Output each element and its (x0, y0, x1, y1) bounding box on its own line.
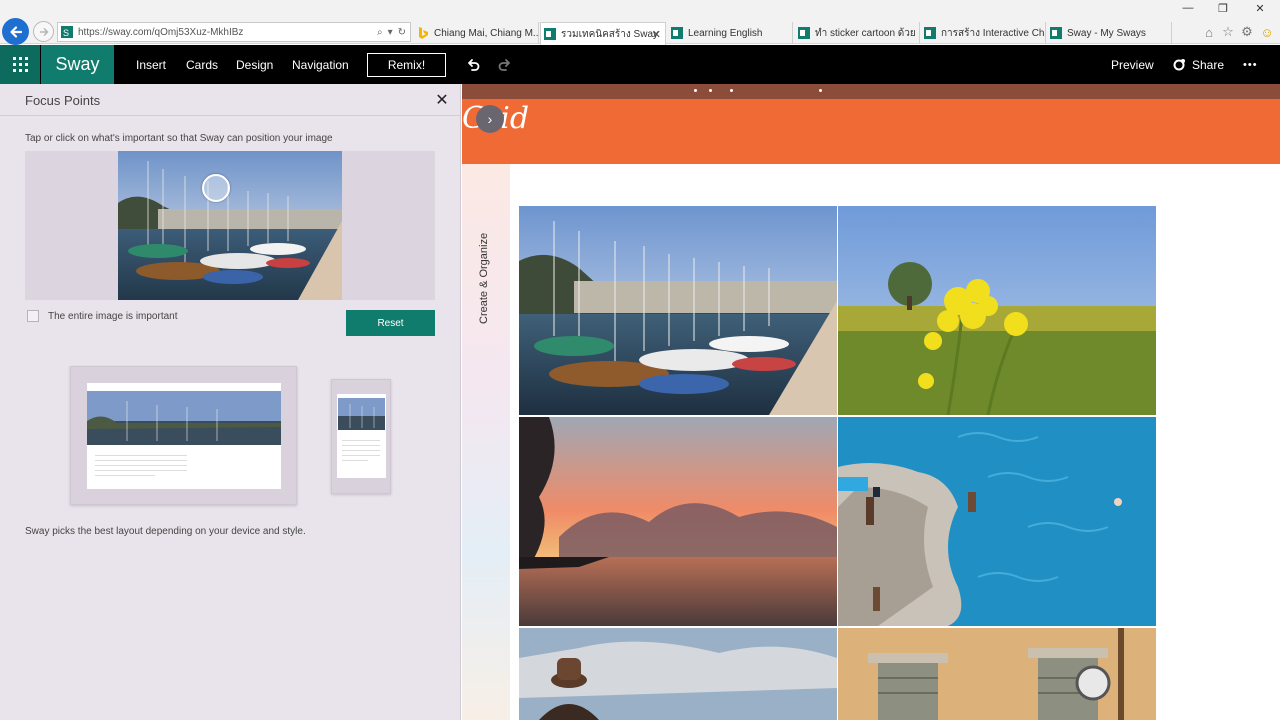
home-icon[interactable]: ⌂ (1201, 24, 1217, 40)
url-text[interactable]: https://sway.com/qOmj53Xuz-MkhIBz (78, 27, 377, 38)
create-organize-strip: Create & Organize (462, 164, 510, 720)
tab-sway-techniques[interactable]: รวมเทคนิคสร้าง Sway ✕ (540, 22, 666, 45)
minimize-button[interactable]: — (1177, 0, 1199, 16)
grid-image-building[interactable] (838, 628, 1156, 720)
menu-cards[interactable]: Cards (186, 45, 218, 84)
sway-icon (924, 27, 936, 39)
tab-label: รวมเทคนิคสร้าง Sway (561, 28, 659, 40)
app-launcher-icon[interactable] (0, 45, 40, 84)
restore-button[interactable]: ❐ (1212, 0, 1234, 16)
share-icon[interactable] (1170, 45, 1188, 84)
redo-icon[interactable] (494, 45, 516, 84)
remix-button[interactable]: Remix! (367, 53, 446, 77)
harbor-image[interactable] (118, 151, 342, 300)
title-strip (462, 84, 1280, 99)
menu-navigation[interactable]: Navigation (292, 45, 349, 84)
desktop-layout-preview (70, 366, 297, 505)
sway-icon (798, 27, 810, 39)
grid-image-harbor[interactable] (519, 206, 837, 415)
address-bar[interactable]: S https://sway.com/qOmj53Xuz-MkhIBz ⌕ ▾ … (57, 22, 411, 42)
tab-chiang-mai[interactable]: Chiang Mai, Chiang M... (414, 22, 539, 44)
more-options-button[interactable]: ••• (1243, 45, 1258, 84)
close-tab-icon[interactable]: ✕ (652, 28, 661, 41)
expand-storyline-button[interactable]: › (476, 105, 504, 133)
tab-learning-english[interactable]: Learning English (668, 22, 793, 44)
grid-image-flower[interactable] (838, 206, 1156, 415)
panel-header: Focus Points ✕ (0, 84, 461, 116)
mobile-layout-preview (331, 379, 391, 494)
grid-image-hat-man[interactable] (519, 628, 837, 720)
entire-image-label: The entire image is important (48, 310, 178, 322)
close-panel-button[interactable]: ✕ (434, 90, 450, 109)
sway-favicon-icon: S (61, 26, 73, 38)
layout-note: Sway picks the best layout depending on … (25, 526, 306, 537)
storyline-canvas: Grid Create & Organize › (462, 84, 1280, 720)
tab-label: Chiang Mai, Chiang M... (434, 27, 538, 39)
sway-brand[interactable]: Sway (41, 45, 114, 84)
tab-label: Sway - My Sways (1067, 27, 1146, 39)
reset-button[interactable]: Reset (346, 310, 435, 336)
star-icon[interactable]: ☆ (1220, 24, 1236, 40)
browser-chrome: — ❐ ✕ S https://sway.com/qOmj53Xuz-MkhIB… (0, 0, 1280, 45)
search-icon[interactable]: ⌕ (377, 27, 383, 38)
entire-image-checkbox[interactable] (27, 310, 39, 322)
mobile-preview-page (337, 394, 386, 478)
menu-design[interactable]: Design (236, 45, 273, 84)
focus-point-marker[interactable] (202, 174, 230, 202)
sway-icon (1050, 27, 1062, 39)
desktop-preview-image (87, 391, 281, 445)
arrow-left-icon (9, 25, 22, 38)
grid-image-cliff-diving[interactable] (838, 417, 1156, 626)
chevron-right-icon: › (487, 111, 493, 127)
focus-instructions: Tap or click on what's important so that… (25, 133, 333, 144)
bing-icon (419, 27, 428, 39)
arrow-right-icon (39, 27, 49, 36)
grid-image-sunset[interactable] (519, 417, 837, 626)
close-window-button[interactable]: ✕ (1249, 0, 1271, 16)
entire-image-option[interactable]: The entire image is important (27, 310, 178, 322)
sway-icon (671, 27, 683, 39)
svg-text:S: S (63, 28, 69, 38)
focus-points-panel: Focus Points ✕ Tap or click on what's im… (0, 84, 461, 720)
forward-button[interactable] (33, 21, 54, 42)
preview-button[interactable]: Preview (1111, 45, 1154, 84)
tab-label: ทำ sticker cartoon ด้วย ... (815, 27, 919, 39)
gear-icon[interactable]: ⚙ (1239, 24, 1255, 40)
focus-image-area[interactable] (25, 151, 435, 300)
desktop-preview-page (87, 383, 281, 489)
back-button[interactable] (2, 18, 29, 45)
create-organize-label[interactable]: Create & Organize (478, 233, 490, 324)
tab-label: Learning English (688, 27, 763, 39)
panel-title: Focus Points (25, 93, 101, 108)
tab-sticker-cartoon[interactable]: ทำ sticker cartoon ด้วย ... (795, 22, 920, 44)
tab-interactive-chart[interactable]: การสร้าง Interactive Cha... (921, 22, 1046, 44)
tab-label: การสร้าง Interactive Cha... (941, 27, 1045, 39)
sway-icon (544, 28, 556, 40)
undo-icon[interactable] (462, 45, 484, 84)
dropdown-icon[interactable]: ▾ (388, 27, 393, 38)
sway-app-bar: Sway Insert Cards Design Navigation Remi… (0, 45, 1280, 84)
menu-insert[interactable]: Insert (136, 45, 166, 84)
mobile-preview-image (338, 398, 385, 430)
smiley-icon[interactable]: ☺ (1259, 24, 1275, 40)
refresh-icon[interactable]: ↻ (398, 27, 406, 38)
title-card[interactable]: Grid (462, 84, 1280, 164)
share-button[interactable]: Share (1192, 45, 1224, 84)
tab-my-sways[interactable]: Sway - My Sways (1047, 22, 1172, 44)
